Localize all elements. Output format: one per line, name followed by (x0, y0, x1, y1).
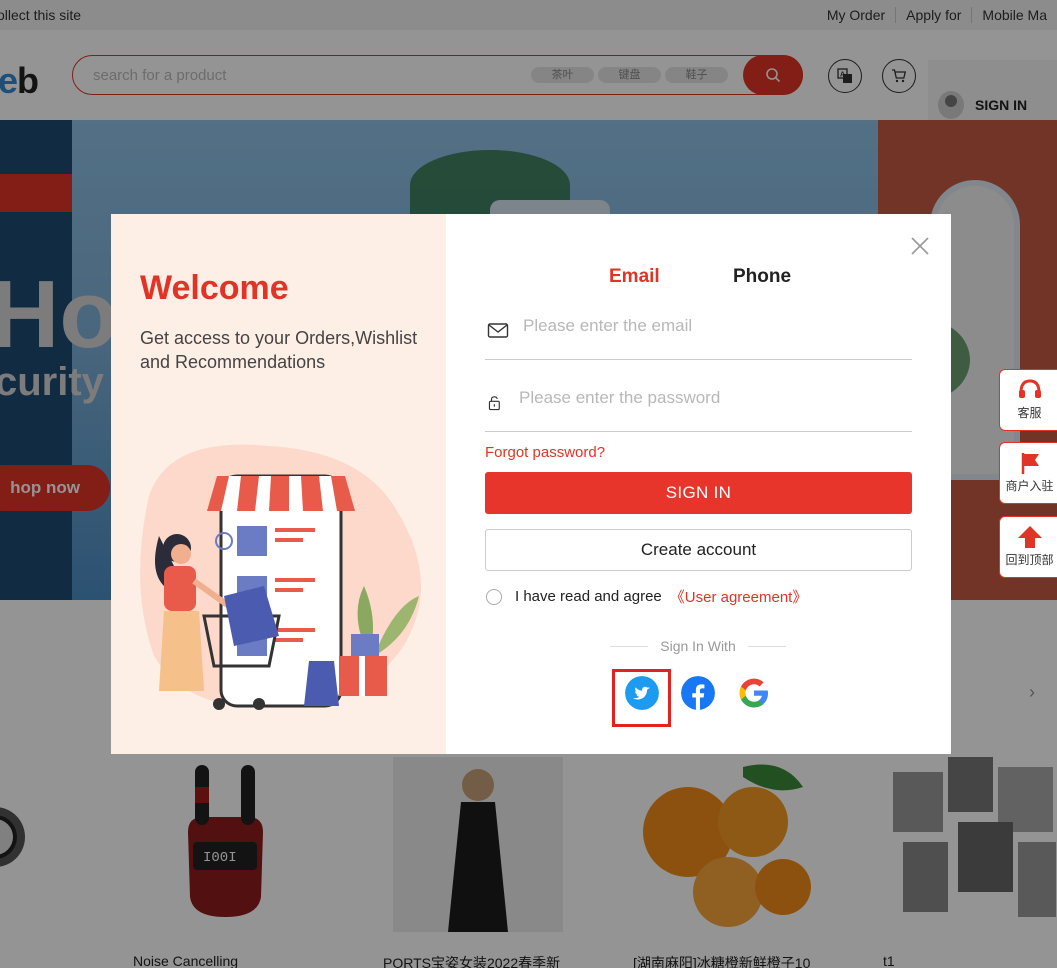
merchant-join-button[interactable]: 商户入驻 (999, 442, 1057, 504)
password-input[interactable] (519, 385, 899, 411)
carousel-next-icon[interactable]: › (1029, 682, 1035, 703)
facebook-icon[interactable] (681, 676, 715, 710)
welcome-title: Welcome (140, 269, 289, 307)
highlight-box (612, 669, 671, 727)
create-account-button[interactable]: Create account (485, 529, 912, 571)
side-float-label: 客服 (1017, 406, 1042, 420)
side-float-label: 回到顶部 (1005, 553, 1054, 567)
password-field (485, 382, 912, 432)
email-field (485, 310, 912, 360)
tab-phone[interactable]: Phone (733, 266, 791, 288)
agree-checkbox[interactable] (486, 588, 502, 605)
email-input[interactable] (523, 313, 903, 339)
forgot-password-link[interactable]: Forgot password? (485, 444, 605, 461)
login-modal: Welcome Get access to your Orders,Wishli… (111, 214, 951, 754)
flag-icon (1021, 453, 1039, 474)
side-float-label: 商户入驻 (1005, 479, 1054, 493)
agreement-row: I have read and agree 《User agreement》 (485, 586, 807, 607)
user-agreement-link[interactable]: 《User agreement》 (670, 586, 808, 607)
lock-icon (488, 396, 500, 411)
back-to-top-button[interactable]: 回到顶部 (999, 516, 1057, 578)
arrow-up-icon (1017, 526, 1042, 548)
mail-icon (487, 323, 509, 338)
close-icon[interactable] (908, 234, 932, 258)
tab-email[interactable]: Email (609, 266, 660, 288)
customer-service-button[interactable]: 客服 (999, 369, 1057, 431)
shopping-illustration (140, 444, 421, 710)
sign-in-button[interactable]: SIGN IN (485, 472, 912, 514)
google-icon[interactable] (737, 676, 771, 710)
agree-text: I have read and agree (515, 588, 662, 605)
welcome-subtitle: Get access to your Orders,Wishlist and R… (140, 328, 418, 372)
welcome-panel: Welcome Get access to your Orders,Wishli… (111, 214, 446, 754)
sign-in-with-label: Sign In With (608, 638, 788, 654)
headset-icon (1018, 379, 1041, 398)
